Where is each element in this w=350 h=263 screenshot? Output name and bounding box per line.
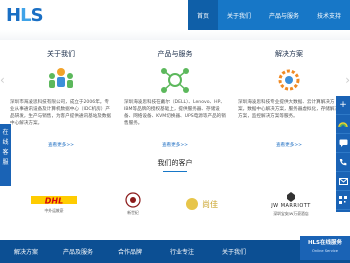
- qrcode-icon[interactable]: [336, 191, 350, 210]
- client-shangjia[interactable]: 尚佳: [180, 178, 240, 230]
- marriott-crest-icon: [287, 191, 295, 202]
- column-title: 关于我们: [47, 50, 75, 58]
- chat-icon[interactable]: [336, 134, 350, 153]
- column-text: 深圳海凌思科技在戴尔（DELL）、Lenovo、HP、IBM等品牌的授权基础上，…: [124, 100, 226, 126]
- shangjia-logo: 尚佳: [186, 198, 218, 210]
- gear-icon: [272, 65, 306, 95]
- more-link[interactable]: 查看更多>>: [234, 142, 344, 148]
- column-products: 产品与服务 深圳海凌思科技在戴尔（DELL）、Lenovo、HP、IBM等品牌的…: [120, 42, 230, 152]
- network-icon: [158, 65, 192, 95]
- column-about: 关于我们 深圳市海凌思科技有限公司，成立于2006年。专业从事通讯设备及计算机数…: [6, 42, 116, 152]
- logo[interactable]: HLS: [6, 5, 44, 27]
- column-text: 深圳市海凌思科技有限公司，成立于2006年。专业从事通讯设备及计算机数据中心（I…: [10, 100, 112, 126]
- nav-item-about[interactable]: 关于我们: [218, 0, 260, 30]
- main-nav: 首页 关于我们 产品与服务 技术支持: [187, 0, 350, 30]
- footer-link-about[interactable]: 关于我们: [208, 247, 260, 256]
- carousel-next-icon[interactable]: ›: [342, 72, 350, 88]
- footer-link-products[interactable]: 产品及服务: [52, 247, 104, 256]
- svg-text:DHL: DHL: [45, 197, 63, 206]
- nav-item-support[interactable]: 技术支持: [308, 0, 350, 30]
- column-title: 产品与服务: [157, 50, 193, 58]
- rainbow-icon[interactable]: [336, 115, 350, 134]
- intro-columns: 关于我们 深圳市海凌思科技有限公司，成立于2006年。专业从事通讯设备及计算机数…: [0, 42, 350, 152]
- banner-strip: [0, 30, 350, 40]
- more-link[interactable]: 查看更多>>: [120, 142, 230, 148]
- side-toolbar: +: [336, 96, 350, 212]
- online-service-badge[interactable]: HLS在线服务 Online Service: [300, 236, 350, 260]
- message-icon[interactable]: [336, 172, 350, 191]
- column-title: 解决方案: [275, 50, 303, 58]
- client-newcentury[interactable]: 新世纪: [108, 178, 158, 230]
- dhl-logo: DHL: [31, 196, 77, 206]
- footer-link-partners[interactable]: 合作品牌: [104, 247, 156, 256]
- online-service-tab[interactable]: 在 线 客 服: [0, 124, 11, 186]
- svg-text:尚佳: 尚佳: [202, 199, 218, 209]
- more-link[interactable]: 查看更多>>: [6, 142, 116, 148]
- nav-item-home[interactable]: 首页: [187, 0, 218, 30]
- phone-icon[interactable]: [336, 153, 350, 172]
- column-solutions: 解决方案 深圳海凌思科技专业提供大数据、云计算解决方案，数据中心解决方案，服务器…: [234, 42, 344, 152]
- clients-title: 我们的客户: [0, 158, 350, 172]
- footer: 解决方案 产品及服务 合作品牌 行业专注 关于我们: [0, 240, 350, 263]
- carousel-prev-icon[interactable]: ‹: [0, 72, 8, 88]
- client-dhl[interactable]: DHL 中外运敦豪: [24, 178, 84, 230]
- client-marriott[interactable]: JW MARRIOTT 深圳宝安JW万豪酒店: [258, 178, 324, 230]
- plus-icon[interactable]: +: [336, 96, 350, 115]
- clients-row: DHL 中外运敦豪 新世纪 尚佳 JW MARRIOTT 深圳宝安JW万豪酒店: [0, 178, 350, 230]
- footer-link-industry[interactable]: 行业专注: [156, 247, 208, 256]
- column-text: 深圳海凌思科技专业提供大数据、云计算解决方案，数据中心解决方案，服务器虚拟化，存…: [238, 100, 340, 119]
- nav-item-products[interactable]: 产品与服务: [260, 0, 308, 30]
- newcentury-logo: [125, 192, 141, 208]
- footer-link-solutions[interactable]: 解决方案: [0, 247, 52, 256]
- people-icon: [44, 65, 78, 95]
